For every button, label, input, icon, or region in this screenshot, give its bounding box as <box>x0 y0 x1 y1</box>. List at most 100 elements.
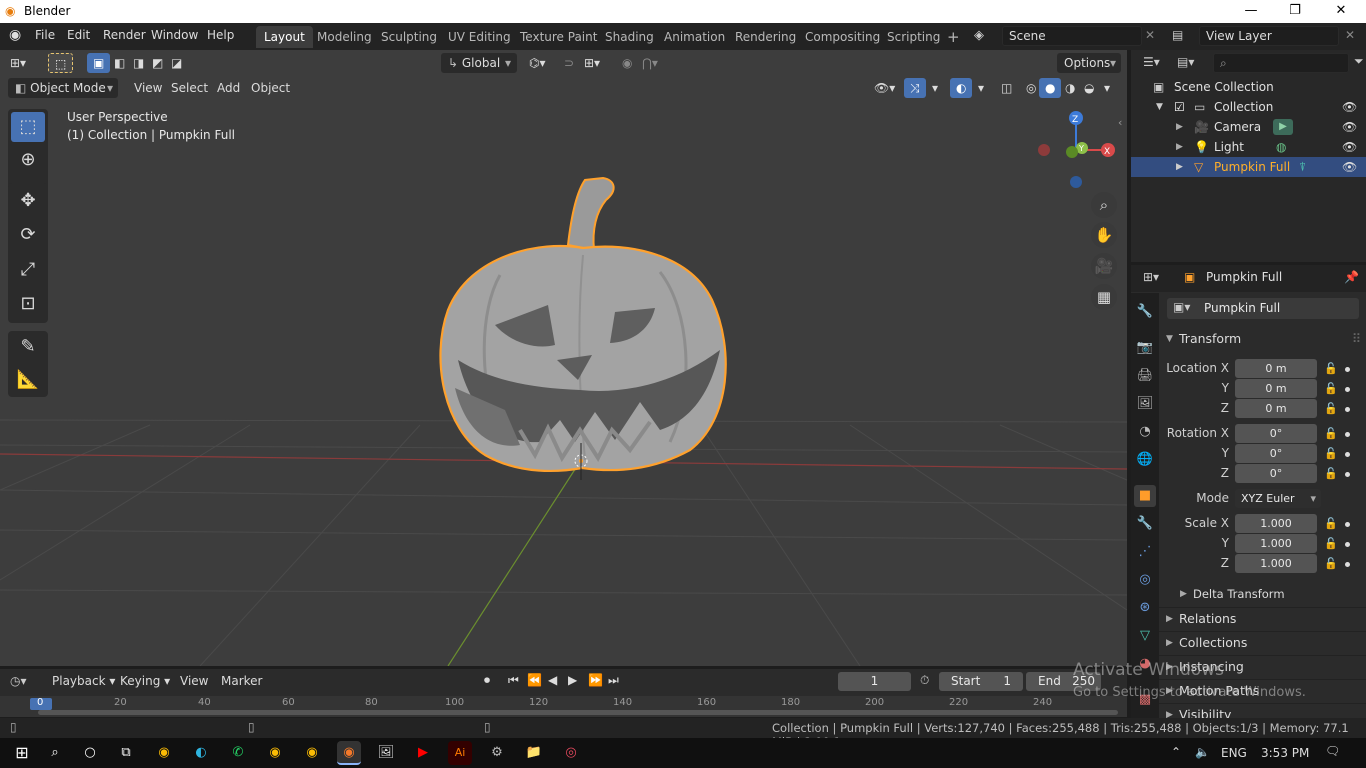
eye-icon[interactable]: 👁 <box>1342 157 1357 177</box>
eye-icon[interactable]: 👁 <box>1342 97 1357 117</box>
gizmo-dropdown-icon[interactable]: ▾ <box>926 78 944 98</box>
visibility-section-header[interactable]: ▶ Visibility <box>1159 703 1366 718</box>
maximize-button[interactable]: ❐ <box>1272 0 1318 23</box>
tab-shading[interactable]: Shading <box>597 26 662 48</box>
pivot-point-icon[interactable]: ⌬▾ <box>523 53 552 73</box>
next-keyframe-icon[interactable]: ⏩ <box>588 673 603 687</box>
record-button-icon[interactable]: ⏺ <box>484 673 490 688</box>
shading-dropdown-icon[interactable]: ▾ <box>1098 78 1116 98</box>
menu-window[interactable]: Window <box>151 28 198 42</box>
relations-section-header[interactable]: ▶ Relations <box>1159 607 1366 629</box>
tab-rendering[interactable]: Rendering <box>727 26 804 48</box>
particles-tab-icon[interactable]: ⋰ <box>1134 541 1156 563</box>
notifications-icon[interactable]: 🗨 <box>1325 744 1340 758</box>
youtube-icon[interactable]: ▶ <box>411 741 435 765</box>
tab-modeling[interactable]: Modeling <box>309 26 380 48</box>
menu-help[interactable]: Help <box>207 28 234 42</box>
lock-icon[interactable]: 🔓 <box>1324 402 1338 415</box>
lock-icon[interactable]: 🔓 <box>1324 467 1338 480</box>
camera-data-icon[interactable]: ▶ <box>1273 119 1293 135</box>
overlay-dropdown-icon[interactable]: ▾ <box>972 78 990 98</box>
expand-arrow-icon[interactable]: ▶ <box>1176 137 1183 157</box>
view-layer-tab-icon[interactable]: 🖼 <box>1134 393 1156 415</box>
mesh-data-icon[interactable]: ⍒ <box>1299 157 1306 177</box>
physics-tab-icon[interactable]: ◎ <box>1134 569 1156 591</box>
lock-icon[interactable]: 🔓 <box>1324 382 1338 395</box>
render-tab-icon[interactable]: 📷 <box>1134 337 1156 359</box>
tab-layout[interactable]: Layout <box>256 26 313 48</box>
chrome-icon[interactable]: ◉ <box>152 741 176 765</box>
expand-arrow-icon[interactable]: ▶ <box>1176 157 1183 177</box>
keyframe-dot-icon[interactable] <box>1345 367 1350 372</box>
current-frame-field[interactable]: 1 <box>838 672 911 691</box>
scale-z-field[interactable]: 1.000 <box>1235 554 1317 573</box>
keyframe-dot-icon[interactable] <box>1345 387 1350 392</box>
language-indicator[interactable]: ENG <box>1221 746 1247 760</box>
menu-edit[interactable]: Edit <box>67 28 90 42</box>
edge-icon[interactable]: ◐ <box>189 741 213 765</box>
outliner-row-collection[interactable]: ▼ ☑ ▭ Collection 👁 <box>1131 97 1366 117</box>
keyframe-dot-icon[interactable] <box>1345 407 1350 412</box>
delta-transform-subpanel[interactable]: ▶ Delta Transform <box>1173 583 1366 605</box>
mode-dropdown[interactable]: ◧ Object Mode ▾ <box>8 78 118 98</box>
location-x-field[interactable]: 0 m <box>1235 359 1317 378</box>
timeline-scrollbar[interactable] <box>38 710 1118 715</box>
keyframe-dot-icon[interactable] <box>1345 522 1350 527</box>
snap-toggle-icon[interactable]: ⊃ <box>558 53 580 73</box>
pan-hand-icon[interactable]: ✋ <box>1091 222 1117 248</box>
3d-viewport[interactable]: ⊞▾ ⬚ ▣ ◧ ◨ ◩ ◪ ↳ Global ▾ ⌬▾ ⊃ ⊞▾ ◉ ⋂▾ Op… <box>0 50 1127 666</box>
outliner-editor-icon[interactable]: ☰▾ <box>1143 55 1160 69</box>
tab-compositing[interactable]: Compositing <box>797 26 888 48</box>
menu-render[interactable]: Render <box>103 28 146 42</box>
measure-tool-icon[interactable]: 📐 <box>11 365 45 395</box>
jump-start-icon[interactable]: ⏮ <box>508 673 519 688</box>
lock-icon[interactable]: 🔓 <box>1324 537 1338 550</box>
cortana-icon[interactable]: ○ <box>78 741 102 765</box>
sidebar-toggle-icon[interactable]: ‹ <box>1118 116 1122 129</box>
search-icon[interactable]: ⌕ <box>43 741 67 765</box>
illustrator-icon[interactable]: Ai <box>448 741 472 765</box>
whatsapp-icon[interactable]: ✆ <box>226 741 250 765</box>
world-tab-icon[interactable]: 🌐 <box>1134 449 1156 471</box>
outliner-row-camera[interactable]: ▶ 🎥 Camera ▶ 👁 <box>1131 117 1366 137</box>
select-tool-icon[interactable]: ⬚ <box>11 112 45 142</box>
tab-sculpting[interactable]: Sculpting <box>373 26 445 48</box>
location-y-field[interactable]: 0 m <box>1235 379 1317 398</box>
outliner-search-input[interactable]: ⌕ <box>1213 53 1349 73</box>
frame-ruler[interactable]: 0 20 40 60 80 100 120 140 160 180 200 22… <box>0 696 1127 717</box>
gizmo-toggle-icon[interactable]: ⤨ <box>904 78 926 98</box>
scene-tab-icon[interactable]: ◔ <box>1134 421 1156 443</box>
navigation-gizmo[interactable]: Z X Y <box>1036 110 1116 190</box>
overlay-toggle-icon[interactable]: ◐ <box>950 78 973 98</box>
volume-icon[interactable]: 🔈 <box>1195 745 1210 759</box>
transform-orientation-dropdown[interactable]: ↳ Global ▾ <box>441 53 517 73</box>
modifier-tab-icon[interactable]: 🔧 <box>1134 513 1156 535</box>
minimize-button[interactable]: — <box>1228 0 1274 23</box>
play-icon[interactable]: ▶ <box>568 673 577 687</box>
outliner-row-light[interactable]: ▶ 💡 Light ◍ 👁 <box>1131 137 1366 157</box>
rotation-y-field[interactable]: 0° <box>1235 444 1317 463</box>
select-mode-new-icon[interactable]: ▣ <box>87 53 111 73</box>
keyframe-dot-icon[interactable] <box>1345 542 1350 547</box>
menu-timeline-view[interactable]: View <box>174 671 214 691</box>
snap-target-icon[interactable]: ⊞▾ <box>578 53 606 73</box>
tab-uv-editing[interactable]: UV Editing <box>440 26 519 48</box>
add-workspace-button[interactable]: + <box>939 26 968 48</box>
filter-icon[interactable]: ⏷ <box>1354 54 1364 69</box>
expand-arrow-icon[interactable]: ▶ <box>1176 117 1183 137</box>
keyframe-dot-icon[interactable] <box>1345 472 1350 477</box>
lock-icon[interactable]: 🔓 <box>1324 362 1338 375</box>
collections-section-header[interactable]: ▶ Collections <box>1159 631 1366 653</box>
windows-start-icon[interactable]: ⊞ <box>10 741 34 765</box>
visibility-icon[interactable]: 👁▾ <box>868 78 901 98</box>
select-mode-intersect-icon[interactable]: ◪ <box>165 53 188 73</box>
expand-arrow-icon[interactable]: ▼ <box>1156 97 1163 117</box>
annotate-tool-icon[interactable]: ✎ <box>11 332 45 362</box>
lock-icon[interactable]: 🔓 <box>1324 517 1338 530</box>
rotate-tool-icon[interactable]: ⟳ <box>11 220 45 250</box>
lock-icon[interactable]: 🔓 <box>1324 427 1338 440</box>
clock[interactable]: 3:53 PM <box>1261 746 1309 760</box>
scene-remove-icon[interactable]: ✕ <box>1145 28 1155 42</box>
menu-marker[interactable]: Marker <box>215 671 268 691</box>
editor-type-icon[interactable]: ⊞▾ <box>4 53 32 73</box>
